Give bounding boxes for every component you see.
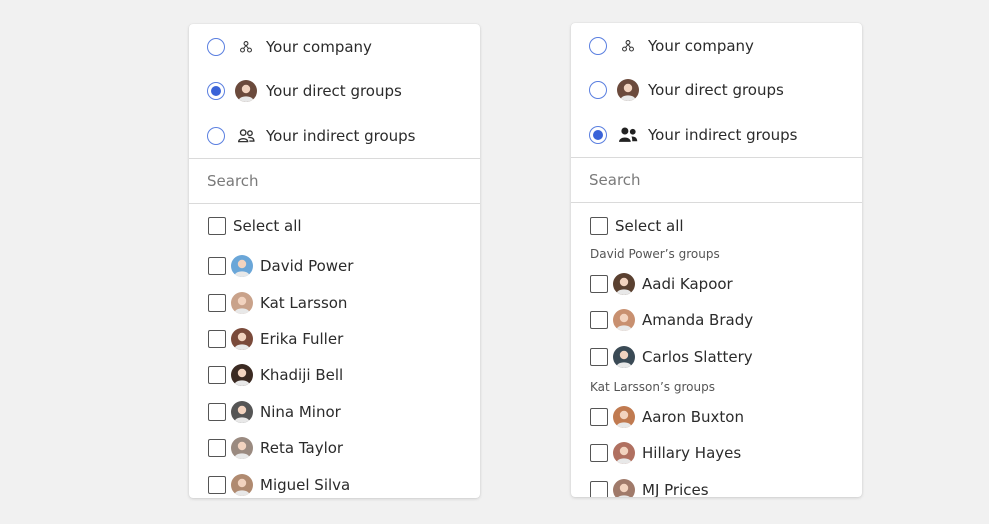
person-name: Carlos Slattery <box>642 347 753 366</box>
person-checkbox[interactable] <box>208 475 226 494</box>
person-checkbox[interactable] <box>208 257 226 276</box>
person-name: MJ Prices <box>642 480 709 497</box>
audience-picker-indirect-groups: Your company Your direct groups Your ind… <box>571 23 862 497</box>
radio-your-company[interactable] <box>589 37 607 55</box>
avatar <box>613 309 635 332</box>
search-input[interactable] <box>207 172 447 190</box>
radio-your-direct-groups[interactable] <box>589 80 607 99</box>
people-list: Select all David Power Kat Larsson Erika… <box>189 204 480 498</box>
person-row[interactable]: Amanda Brady <box>571 302 862 338</box>
person-row[interactable]: David Power <box>189 248 480 284</box>
org-chart-icon <box>235 36 257 58</box>
person-checkbox[interactable] <box>208 366 226 385</box>
avatar-icon <box>617 78 639 101</box>
select-all-row[interactable]: Select all <box>189 212 480 240</box>
search-box[interactable] <box>571 158 862 202</box>
radio-your-indirect-groups[interactable] <box>207 126 225 145</box>
option-label: Your company <box>266 38 372 56</box>
radio-your-indirect-groups[interactable] <box>589 125 607 144</box>
person-row[interactable]: Khadiji Bell <box>189 357 480 393</box>
person-checkbox[interactable] <box>208 329 226 348</box>
avatar <box>231 400 253 423</box>
people-list: Select all David Power’s groups Aadi Kap… <box>571 203 862 497</box>
person-checkbox[interactable] <box>590 347 608 366</box>
search-box[interactable] <box>189 159 480 203</box>
radio-your-direct-groups[interactable] <box>207 81 225 100</box>
select-all-label: Select all <box>615 217 684 235</box>
avatar <box>231 437 253 460</box>
select-all-row[interactable]: Select all <box>571 212 862 240</box>
people-icon <box>235 125 257 147</box>
person-row[interactable]: MJ Prices <box>571 471 862 497</box>
person-name: Erika Fuller <box>260 329 344 348</box>
person-row[interactable]: Carlos Slattery <box>571 339 862 375</box>
avatar <box>231 327 253 350</box>
option-your-indirect-groups[interactable]: Your indirect groups <box>189 113 480 158</box>
person-checkbox[interactable] <box>208 293 226 312</box>
search-input[interactable] <box>589 171 829 189</box>
avatar <box>613 345 635 368</box>
radio-your-company[interactable] <box>207 38 225 56</box>
person-name: Aadi Kapoor <box>642 275 733 294</box>
avatar <box>231 473 253 496</box>
person-checkbox[interactable] <box>208 439 226 458</box>
avatar-icon <box>235 79 257 102</box>
person-name: Hillary Hayes <box>642 444 742 463</box>
avatar <box>231 364 253 387</box>
audience-picker-direct-groups: Your company Your direct groups Your ind… <box>189 24 480 498</box>
person-name: Kat Larsson <box>260 293 348 312</box>
option-label: Your company <box>648 37 754 55</box>
person-row[interactable]: Miguel Silva <box>189 466 480 498</box>
person-checkbox[interactable] <box>590 408 608 427</box>
avatar <box>613 442 635 465</box>
person-name: Khadiji Bell <box>260 366 344 385</box>
person-row[interactable]: Kat Larsson <box>189 284 480 320</box>
person-name: Amanda Brady <box>642 311 754 330</box>
avatar <box>613 478 635 497</box>
select-all-checkbox[interactable] <box>590 217 608 235</box>
option-label: Your indirect groups <box>266 126 416 145</box>
person-row[interactable]: Reta Taylor <box>189 430 480 466</box>
option-your-direct-groups[interactable]: Your direct groups <box>571 67 862 112</box>
group-header: David Power’s groups <box>590 247 720 261</box>
people-filled-icon <box>617 124 639 146</box>
avatar <box>613 273 635 296</box>
person-checkbox[interactable] <box>208 402 226 421</box>
option-label: Your direct groups <box>648 80 784 99</box>
option-your-company[interactable]: Your company <box>571 23 862 67</box>
person-checkbox[interactable] <box>590 480 608 497</box>
person-checkbox[interactable] <box>590 275 608 294</box>
org-chart-icon <box>617 35 639 57</box>
person-checkbox[interactable] <box>590 444 608 463</box>
select-all-checkbox[interactable] <box>208 217 226 235</box>
person-name: Nina Minor <box>260 402 341 421</box>
option-your-direct-groups[interactable]: Your direct groups <box>189 68 480 113</box>
person-row[interactable]: Aadi Kapoor <box>571 266 862 302</box>
option-your-company[interactable]: Your company <box>189 24 480 68</box>
avatar <box>231 291 253 314</box>
option-your-indirect-groups[interactable]: Your indirect groups <box>571 112 862 157</box>
avatar <box>613 406 635 429</box>
person-row[interactable]: Aaron Buxton <box>571 399 862 435</box>
person-row[interactable]: Nina Minor <box>189 394 480 430</box>
person-name: David Power <box>260 257 354 276</box>
person-name: Aaron Buxton <box>642 408 744 427</box>
person-name: Reta Taylor <box>260 439 344 458</box>
person-name: Miguel Silva <box>260 475 351 494</box>
option-label: Your direct groups <box>266 81 402 100</box>
person-row[interactable]: Erika Fuller <box>189 321 480 357</box>
select-all-label: Select all <box>233 217 302 235</box>
person-row[interactable]: Hillary Hayes <box>571 435 862 471</box>
avatar <box>231 255 253 278</box>
group-header: Kat Larsson’s groups <box>590 379 715 394</box>
person-checkbox[interactable] <box>590 311 608 330</box>
option-label: Your indirect groups <box>648 125 798 144</box>
